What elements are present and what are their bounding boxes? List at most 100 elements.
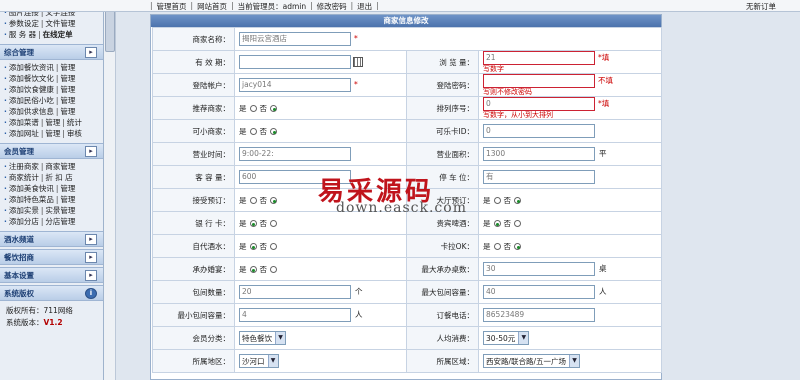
sidebar-collapsed-header[interactable]: 餐饮招商 ▸ <box>0 249 103 265</box>
topnav-item-4[interactable]: 退出 <box>357 1 372 12</box>
sidebar-link[interactable]: 在线定单 <box>43 30 73 39</box>
sidebar-menu-row: 添加餐饮文化|管理 <box>4 73 103 84</box>
bank-no-radio[interactable] <box>270 220 277 227</box>
sidebar-link[interactable]: 分店管理 <box>45 217 75 226</box>
sidebar-link[interactable]: 添加特色菜品 <box>9 195 54 204</box>
sidebar-link[interactable]: 注册商家 <box>9 162 39 171</box>
recommend-no-radio[interactable] <box>270 105 277 112</box>
tid-input[interactable]: 0 <box>483 124 595 138</box>
banquet-no-radio[interactable] <box>270 266 277 273</box>
toggle-icon[interactable]: ▸ <box>85 47 97 58</box>
version-label: 系统版本： <box>6 318 44 327</box>
chevron-down-icon[interactable]: ▼ <box>518 332 529 344</box>
sidebar-link[interactable]: 实景管理 <box>45 206 75 215</box>
maxroom-input[interactable]: 40 <box>483 285 595 299</box>
order-input[interactable]: 0 <box>483 97 595 111</box>
toggle-icon[interactable]: ▸ <box>85 252 97 263</box>
bank-yes-radio[interactable] <box>249 220 257 227</box>
sidebar-link[interactable]: 添加餐饮文化 <box>9 74 54 83</box>
zone-select[interactable]: 西安路/联合路/五一广场 ▼ <box>483 354 581 368</box>
recommend-label: 推荐商家： <box>152 96 235 120</box>
sidebar-link[interactable]: 添加民俗小吃 <box>9 96 54 105</box>
calendar-icon[interactable] <box>353 57 363 67</box>
maxtable-input[interactable]: 30 <box>483 262 595 276</box>
sidebar-link[interactable]: 商家管理 <box>45 162 75 171</box>
sidebar-collapsed-header[interactable]: 系统版权 i <box>0 285 103 301</box>
sidebar-link[interactable]: 文件管理 <box>45 19 75 28</box>
drinks-yes-radio[interactable] <box>249 243 257 250</box>
rooms-unit: 个 <box>355 287 363 296</box>
sidebar-link[interactable]: 管理 <box>45 129 60 138</box>
sidebar-link[interactable]: 添加餐饮资讯 <box>9 63 54 72</box>
sidebar-link[interactable]: 添加实景 <box>9 206 39 215</box>
toggle-icon[interactable]: ▸ <box>85 146 97 157</box>
region-select[interactable]: 沙河口 ▼ <box>239 354 279 368</box>
toggle-icon[interactable]: ▸ <box>85 270 97 281</box>
sidebar-link[interactable]: 商家统计 <box>9 173 39 182</box>
sidebar-link[interactable]: 添加菜谱 <box>9 118 39 127</box>
topnav-item-1[interactable]: 网站首页 <box>197 1 227 12</box>
hall-yes-radio[interactable] <box>493 197 501 204</box>
topnav-item-2[interactable]: 当前管理员：admin <box>238 1 307 12</box>
rooms-input[interactable]: 20 <box>239 285 351 299</box>
sidebar-link[interactable]: 统计 <box>67 118 82 127</box>
chevron-down-icon[interactable]: ▼ <box>569 355 580 367</box>
chevron-down-icon[interactable]: ▼ <box>267 355 278 367</box>
sidebar-link[interactable]: 管理 <box>60 96 75 105</box>
password-input[interactable] <box>483 74 595 88</box>
recommend-yes-radio[interactable] <box>249 105 257 112</box>
sidebar-section-header[interactable]: 会员管理 ▸ <box>0 143 103 159</box>
toggle-icon[interactable]: ▸ <box>85 234 97 245</box>
name-input[interactable]: 揭阳云宫酒店 <box>239 32 351 46</box>
area-input[interactable]: 1300 <box>483 147 595 161</box>
sidebar-link[interactable]: 审核 <box>67 129 82 138</box>
sidebar-link[interactable]: 折 扣 店 <box>45 173 72 182</box>
sidebar-section-header[interactable]: 综合管理 ▸ <box>0 44 103 60</box>
sidebar-link[interactable]: 管理 <box>60 107 75 116</box>
ktv-yes-radio[interactable] <box>493 243 501 250</box>
sidebar-scrollbar[interactable] <box>104 0 116 380</box>
sidebar-collapsed-header[interactable]: 酒水频道 ▸ <box>0 231 103 247</box>
ktv-no-radio[interactable] <box>514 243 521 250</box>
valid-input[interactable] <box>239 55 351 69</box>
sidebar-link[interactable]: 管理 <box>60 184 75 193</box>
sidebar-link[interactable]: 管理 <box>45 118 60 127</box>
sidebar-link[interactable]: 添加美食快讯 <box>9 184 54 193</box>
phone-input[interactable]: 86523489 <box>483 308 595 322</box>
topnav-item-0[interactable]: 管理首页 <box>157 1 187 12</box>
topnav-item-3[interactable]: 修改密码 <box>317 1 347 12</box>
vip-yes-radio[interactable] <box>493 220 501 227</box>
hours-input[interactable]: 9:00-22: <box>239 147 351 161</box>
sidebar-link[interactable]: 管理 <box>60 63 75 72</box>
banquet-yes-radio[interactable] <box>249 266 257 273</box>
sidebar-link[interactable]: 参数设定 <box>9 19 39 28</box>
parking-input[interactable]: 有 <box>483 170 595 184</box>
ok-no-radio[interactable] <box>270 128 277 135</box>
sidebar-link[interactable]: 添加网址 <box>9 129 39 138</box>
views-input[interactable]: 21 <box>483 51 595 65</box>
account-input[interactable]: jacy014 <box>239 78 351 92</box>
booking-yes-radio[interactable] <box>249 197 257 204</box>
sidebar-section-items: 添加餐饮资讯|管理添加餐饮文化|管理添加饮食健康|管理添加民俗小吃|管理添加供求… <box>0 62 103 139</box>
sidebar-link[interactable]: 管理 <box>60 85 75 94</box>
sidebar-link[interactable]: 添加饮食健康 <box>9 85 54 94</box>
hall-no-radio[interactable] <box>514 197 521 204</box>
info-icon[interactable]: i <box>85 288 97 299</box>
sidebar-link[interactable]: 管理 <box>60 74 75 83</box>
sidebar-collapsed-header[interactable]: 基本设置 ▸ <box>0 267 103 283</box>
booking-no-radio[interactable] <box>270 197 277 204</box>
avg-select[interactable]: 30-50元 ▼ <box>483 331 530 345</box>
sidebar-link[interactable]: 服 务 器 <box>9 30 36 39</box>
drinks-no-radio[interactable] <box>270 243 277 250</box>
chevron-down-icon[interactable]: ▼ <box>275 332 285 344</box>
sidebar-link[interactable]: 添加分店 <box>9 217 39 226</box>
sidebar-menu-row: 服 务 器|在线定单 <box>4 29 103 40</box>
ok-yes-radio[interactable] <box>249 128 257 135</box>
minroom-input[interactable]: 4 <box>239 308 351 322</box>
member-select[interactable]: 特色餐饮 ▼ <box>239 331 286 345</box>
sidebar-link[interactable]: 添加供求信息 <box>9 107 54 116</box>
vip-no-radio[interactable] <box>514 220 521 227</box>
order-required: *填 <box>598 99 610 108</box>
sidebar-link[interactable]: 管理 <box>60 195 75 204</box>
order-label: 排列序号： <box>406 96 479 120</box>
